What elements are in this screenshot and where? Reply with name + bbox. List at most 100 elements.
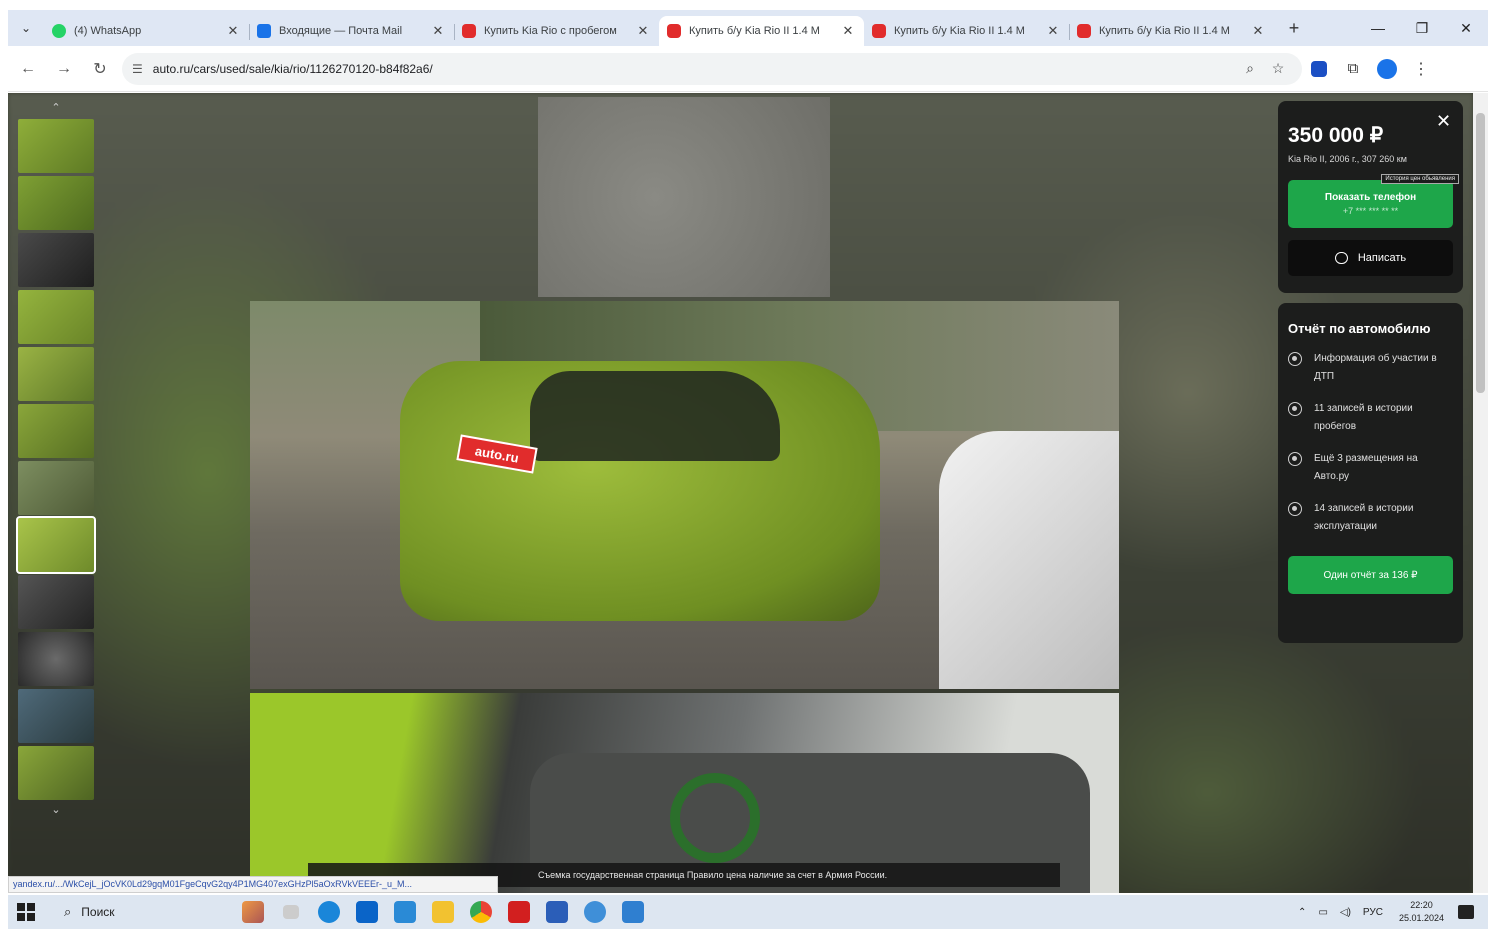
thumbnail[interactable] <box>18 404 94 458</box>
report-item: Информация об участии в ДТП <box>1288 350 1453 386</box>
tab-search-icon[interactable]: ⌄ <box>8 10 44 46</box>
tray-volume-icon[interactable]: ◁) <box>1340 907 1351 918</box>
tab-close-icon[interactable]: ✕ <box>635 23 651 39</box>
file-explorer-icon[interactable] <box>424 897 462 927</box>
app-red-icon[interactable] <box>500 897 538 927</box>
forward-icon[interactable]: → <box>48 53 80 85</box>
thumbnail[interactable] <box>18 176 94 230</box>
tab-close-icon[interactable]: ✕ <box>1045 23 1061 39</box>
thumbs-up-arrow-icon[interactable]: ⌃ <box>16 101 96 119</box>
buy-report-button[interactable]: Один отчёт за 136 ₽ <box>1288 556 1453 594</box>
tab-mail[interactable]: Входящие — Почта Mail ✕ <box>249 16 455 46</box>
tab-title: (4) WhatsApp <box>74 25 142 37</box>
url-text[interactable]: auto.ru/cars/used/sale/kia/rio/112627012… <box>153 62 1236 76</box>
bookmark-star-icon[interactable]: ☆ <box>1264 60 1292 77</box>
show-phone-button[interactable]: История цен обьявления Показать телефон … <box>1288 174 1459 228</box>
notifications-icon[interactable] <box>1458 905 1474 919</box>
tab-close-icon[interactable]: ✕ <box>225 23 241 39</box>
thumbnail[interactable] <box>18 233 94 287</box>
app-blue-icon[interactable] <box>576 897 614 927</box>
tab-autoru-listing-3[interactable]: Купить б/у Kia Rio II 1.4 M ✕ <box>1069 16 1274 46</box>
profile-avatar[interactable] <box>1370 53 1404 85</box>
tab-title: Купить Kia Rio с пробегом <box>484 25 617 37</box>
widgets-icon[interactable] <box>234 897 272 927</box>
word-icon[interactable] <box>538 897 576 927</box>
tab-autoru-search[interactable]: Купить Kia Rio с пробегом ✕ <box>454 16 659 46</box>
browser-menu-icon[interactable]: ⋮ <box>1404 53 1438 85</box>
tab-autoru-listing-active[interactable]: Купить б/у Kia Rio II 1.4 M ✕ <box>659 16 864 46</box>
thumbnail[interactable] <box>18 347 94 401</box>
tab-close-icon[interactable]: ✕ <box>430 23 446 39</box>
autoru-icon <box>1077 24 1091 38</box>
close-window-icon[interactable]: ✕ <box>1444 10 1488 46</box>
thumbnail[interactable] <box>18 689 94 743</box>
chrome-icon[interactable] <box>462 897 500 927</box>
thumbs-down-arrow-icon[interactable]: ⌄ <box>16 803 96 821</box>
price-history-tooltip: История цен обьявления <box>1381 174 1459 184</box>
thumbnail-strip: ⌃ ⌄ <box>16 101 96 846</box>
tray-network-icon[interactable]: ▭ <box>1318 907 1327 918</box>
write-message-button[interactable]: Написать <box>1288 240 1453 276</box>
app-photos-icon[interactable] <box>614 897 652 927</box>
edge-icon[interactable] <box>310 897 348 927</box>
vscode-icon[interactable] <box>386 897 424 927</box>
taskbar-search[interactable]: ⌕ Поиск <box>44 904 234 920</box>
thumbnail[interactable] <box>18 746 94 800</box>
photo-asphalt <box>538 97 830 297</box>
restore-icon[interactable]: ❐ <box>1400 10 1444 46</box>
steering-wheel <box>670 773 760 863</box>
thumbnail[interactable] <box>18 632 94 686</box>
address-bar[interactable]: ☰ auto.ru/cars/used/sale/kia/rio/1126270… <box>122 52 1302 85</box>
thumbnail[interactable] <box>18 290 94 344</box>
reload-icon[interactable]: ↻ <box>84 53 116 85</box>
window-controls: — ❐ ✕ <box>1356 10 1488 46</box>
tab-close-icon[interactable]: ✕ <box>1250 23 1266 39</box>
thumbnail[interactable] <box>18 119 94 173</box>
tab-autoru-listing-2[interactable]: Купить б/у Kia Rio II 1.4 M ✕ <box>864 16 1070 46</box>
tab-title: Купить б/у Kia Rio II 1.4 M <box>894 25 1025 37</box>
language-indicator[interactable]: РУС <box>1363 907 1383 918</box>
thumbnail[interactable] <box>18 461 94 515</box>
whatsapp-icon <box>52 24 66 38</box>
tab-title: Входящие — Почта Mail <box>279 25 403 37</box>
zoom-icon[interactable]: ⌕ <box>1236 60 1264 77</box>
report-check-icon <box>1288 352 1302 366</box>
page-scrollbar[interactable] <box>1473 93 1488 893</box>
report-check-icon <box>1288 402 1302 416</box>
scrollbar-thumb[interactable] <box>1476 113 1485 393</box>
chat-icon <box>1334 252 1348 264</box>
write-label: Написать <box>1357 252 1407 264</box>
new-tab-button[interactable]: + <box>1280 14 1308 42</box>
extension-icon[interactable] <box>1302 53 1336 85</box>
back-icon[interactable]: ← <box>12 53 44 85</box>
outlook-icon[interactable] <box>348 897 386 927</box>
phone-masked: +7 *** *** ** ** <box>1342 206 1399 216</box>
minimize-icon[interactable]: — <box>1356 10 1400 46</box>
autoru-icon <box>667 24 681 38</box>
autoru-icon <box>462 24 476 38</box>
seller-panel: 350 000 ₽ Kia Rio II, 2006 г., 307 260 к… <box>1278 101 1463 643</box>
autoru-icon <box>872 24 886 38</box>
system-tray: ⌃ ▭ ◁) РУС 22:20 25.01.2024 <box>1292 895 1488 929</box>
task-view-icon[interactable] <box>272 897 310 927</box>
thumbnail-selected[interactable] <box>16 516 96 574</box>
price: 350 000 ₽ <box>1288 124 1384 147</box>
report-item: 14 записей в истории эксплуатации <box>1288 500 1453 536</box>
windows-start-icon[interactable] <box>8 895 44 929</box>
close-gallery-icon[interactable]: ✕ <box>1436 111 1451 132</box>
site-settings-icon[interactable]: ☰ <box>132 62 143 76</box>
show-phone-label: Показать телефон <box>1324 192 1417 203</box>
thumbnail[interactable] <box>18 575 94 629</box>
taskbar: ⌕ Поиск ⌃ ▭ ◁) РУС 22:20 25.01.2024 <box>8 895 1488 929</box>
car-subtitle: Kia Rio II, 2006 г., 307 260 км <box>1288 154 1407 164</box>
report-item: Ещё 3 размещения на Авто.ру <box>1288 450 1453 486</box>
tab-close-icon[interactable]: ✕ <box>840 23 856 39</box>
browser-toolbar: ← → ↻ ☰ auto.ru/cars/used/sale/kia/rio/1… <box>8 46 1488 92</box>
report-item: 11 записей в истории пробегов <box>1288 400 1453 436</box>
photo-car-rear[interactable]: auto.ru <box>250 301 1119 689</box>
tab-whatsapp[interactable]: (4) WhatsApp ✕ <box>44 16 250 46</box>
tray-chevron-icon[interactable]: ⌃ <box>1298 907 1306 918</box>
tab-title: Купить б/у Kia Rio II 1.4 M <box>1099 25 1230 37</box>
clock[interactable]: 22:20 25.01.2024 <box>1399 899 1444 925</box>
extensions-puzzle-icon[interactable]: ⧉ <box>1336 53 1370 85</box>
